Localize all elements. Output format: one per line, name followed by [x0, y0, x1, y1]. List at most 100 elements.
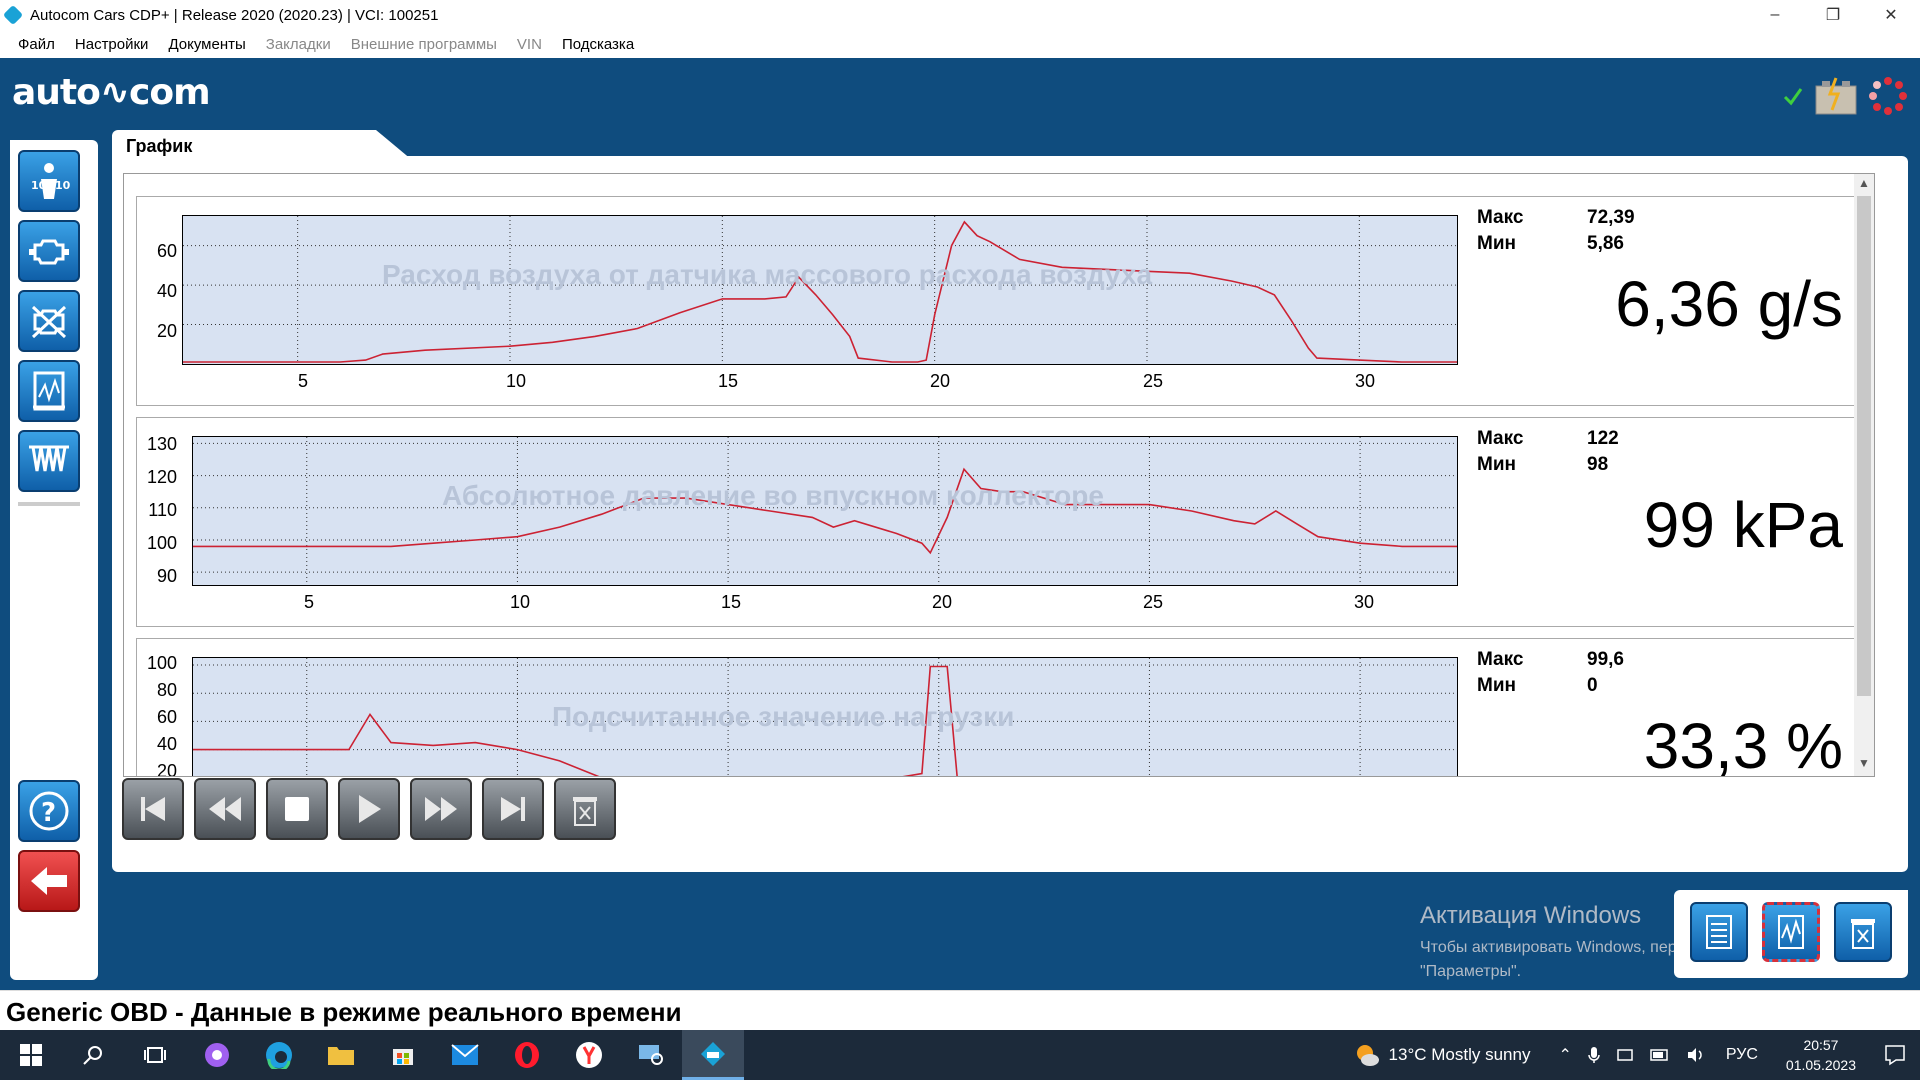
- skip-to-end-button[interactable]: [482, 778, 544, 840]
- menu-vin[interactable]: VIN: [517, 36, 542, 53]
- svg-text:10: 10: [55, 179, 71, 192]
- menu-bookmarks[interactable]: Закладки: [266, 36, 331, 53]
- max-label: Макс: [1477, 207, 1524, 228]
- search-button[interactable]: [62, 1030, 124, 1080]
- chevron-up-icon[interactable]: ⌃: [1558, 1045, 1571, 1065]
- scroll-up-icon[interactable]: ▲: [1854, 176, 1874, 196]
- y-tick: 40: [156, 281, 177, 301]
- menu-settings[interactable]: Настройки: [75, 36, 149, 53]
- stop-button[interactable]: [266, 778, 328, 840]
- status-icons: [1782, 76, 1908, 116]
- chart-title: Абсолютное давление во впускном коллекто…: [442, 480, 1104, 511]
- series-line: [183, 220, 1457, 363]
- microsoft-store[interactable]: [372, 1030, 434, 1080]
- back-button[interactable]: [18, 850, 80, 912]
- notifications-icon[interactable]: [1884, 1044, 1906, 1066]
- autocom-logo: auto∿com: [12, 72, 211, 113]
- yandex-browser[interactable]: [558, 1030, 620, 1080]
- loading-spinner-icon: [1869, 77, 1907, 115]
- min-value: 0: [1587, 675, 1598, 696]
- arrow-left-icon: [31, 867, 67, 895]
- clear-graph-button[interactable]: [554, 778, 616, 840]
- y-tick: 60: [156, 241, 177, 261]
- chart-scrollbar[interactable]: ▲ ▼: [1854, 174, 1874, 776]
- identification-button[interactable]: 10 10: [18, 150, 80, 212]
- minimize-button[interactable]: –: [1746, 0, 1804, 30]
- menu-help[interactable]: Подсказка: [562, 36, 634, 53]
- x-tick: 25: [1142, 592, 1164, 612]
- y-tick: 90: [156, 566, 177, 586]
- playback-controls: [122, 778, 616, 842]
- y-tick: 20: [156, 761, 177, 777]
- clock[interactable]: 20:57 01.05.2023: [1786, 1035, 1856, 1075]
- title-bar: Autocom Cars CDP+ | Release 2020 (2020.2…: [0, 0, 1920, 30]
- live-data-button[interactable]: [18, 360, 80, 422]
- mail-app[interactable]: [434, 1030, 496, 1080]
- data-list-button[interactable]: [1690, 902, 1748, 962]
- alice-assistant[interactable]: [186, 1030, 248, 1080]
- scroll-thumb[interactable]: [1857, 196, 1871, 696]
- chart-viewport: 60 40 20 5 10 15 20 25 30 Расход воздуха…: [123, 173, 1875, 777]
- battery-icon[interactable]: [1650, 1049, 1670, 1061]
- volume-icon[interactable]: [1686, 1046, 1704, 1064]
- restore-button[interactable]: ❐: [1804, 0, 1862, 30]
- rewind-button[interactable]: [194, 778, 256, 840]
- chart-maf: 60 40 20 5 10 15 20 25 30 Расход воздуха…: [136, 196, 1856, 406]
- x-tick: 30: [1353, 592, 1375, 612]
- sidebar-separator: [18, 502, 80, 506]
- x-tick: 5: [297, 371, 308, 391]
- delete-button[interactable]: [1834, 902, 1892, 962]
- engine-icon: [29, 239, 69, 265]
- skip-end-icon: [501, 797, 525, 821]
- chart-stats: Макс 99,6 Мин 0: [1477, 649, 1624, 701]
- start-button[interactable]: [0, 1030, 62, 1080]
- language-indicator[interactable]: РУС: [1726, 1046, 1758, 1064]
- connection-ok-icon: [1783, 88, 1803, 106]
- left-sidebar: 10 10 ?: [10, 140, 98, 980]
- microphone-icon[interactable]: [1588, 1046, 1600, 1064]
- weather-text[interactable]: 13°C Mostly sunny: [1389, 1045, 1531, 1065]
- autocom-taskbar-item[interactable]: [682, 1030, 744, 1080]
- edge-browser[interactable]: [248, 1030, 310, 1080]
- scroll-down-icon[interactable]: ▼: [1854, 756, 1874, 776]
- close-button[interactable]: ✕: [1862, 0, 1920, 30]
- menu-file[interactable]: Файл: [18, 36, 55, 53]
- file-explorer[interactable]: [310, 1030, 372, 1080]
- rewind-icon: [209, 797, 241, 821]
- menu-documents[interactable]: Документы: [168, 36, 245, 53]
- task-view-button[interactable]: [124, 1030, 186, 1080]
- graph-view-button[interactable]: [1762, 902, 1820, 962]
- max-label: Макс: [1477, 649, 1524, 670]
- menu-external-programs[interactable]: Внешние программы: [351, 36, 497, 53]
- question-icon: ?: [29, 791, 69, 831]
- network-icon[interactable]: [1616, 1046, 1634, 1064]
- list-icon: [1706, 915, 1732, 949]
- max-label: Макс: [1477, 428, 1524, 449]
- x-tick: 5: [303, 592, 314, 612]
- status-text: Generic OBD - Данные в режиме реального …: [6, 997, 682, 1027]
- engine-button[interactable]: [18, 220, 80, 282]
- y-tick: 110: [148, 500, 177, 520]
- opera-browser[interactable]: [496, 1030, 558, 1080]
- y-tick: 120: [146, 467, 177, 487]
- x-tick: 20: [931, 592, 953, 612]
- current-value: 33,3 %: [1643, 710, 1843, 777]
- stop-icon: [285, 797, 309, 821]
- battery-voltage-icon: [1815, 77, 1857, 115]
- person-binary-icon: 10 10: [31, 163, 71, 199]
- play-button[interactable]: [338, 778, 400, 840]
- status-bar: Generic OBD - Данные в режиме реального …: [0, 990, 1920, 1028]
- chart-title: Подсчитанное значение нагрузки: [552, 701, 1015, 732]
- fast-forward-button[interactable]: [410, 778, 472, 840]
- min-value: 5,86: [1587, 233, 1624, 254]
- oscilloscope-button[interactable]: [18, 430, 80, 492]
- store-icon: [393, 1049, 413, 1065]
- clear-dtc-button[interactable]: [18, 290, 80, 352]
- remote-desktop[interactable]: [620, 1030, 682, 1080]
- max-value: 122: [1587, 428, 1619, 449]
- y-tick: 100: [146, 533, 177, 553]
- help-button[interactable]: ?: [18, 780, 80, 842]
- skip-to-start-button[interactable]: [122, 778, 184, 840]
- fast-forward-icon: [425, 797, 457, 821]
- trash-icon: [573, 797, 597, 826]
